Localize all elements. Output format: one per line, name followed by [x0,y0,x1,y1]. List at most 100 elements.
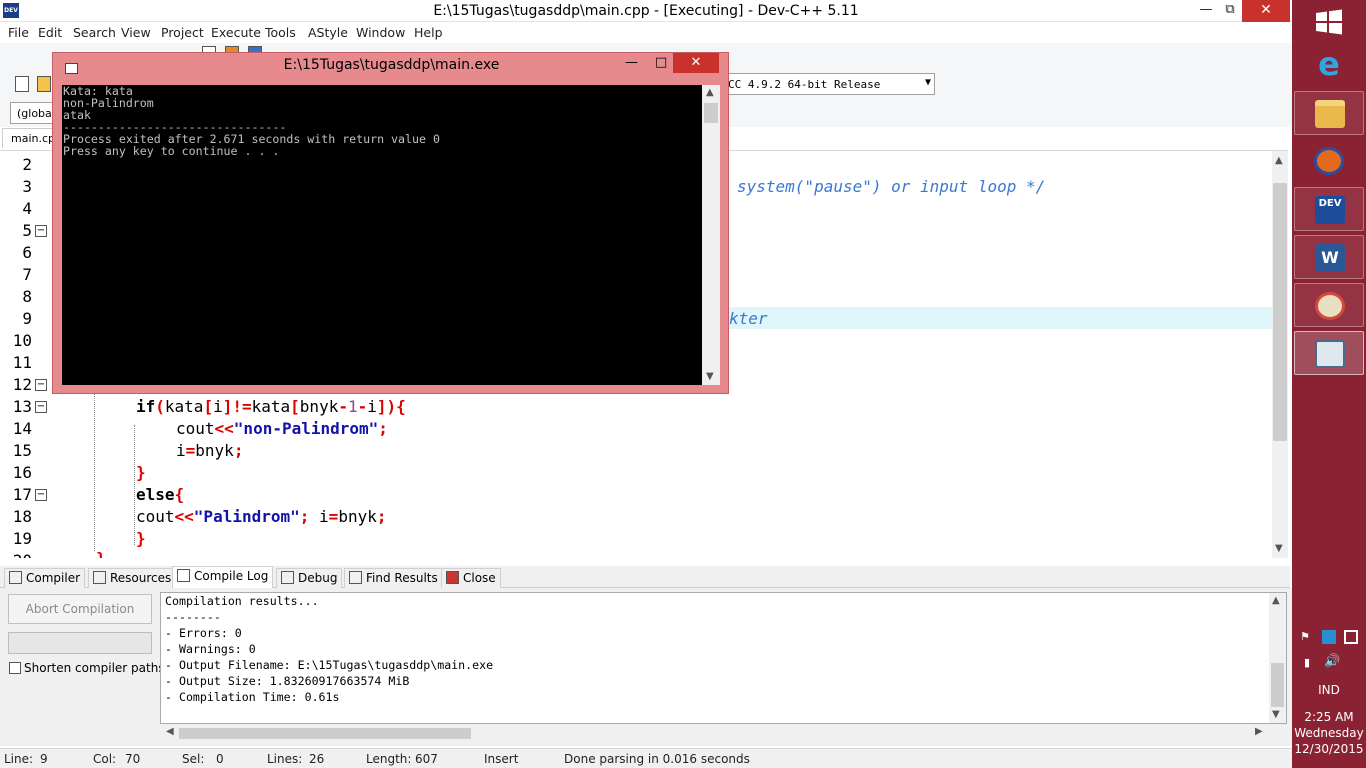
console-window[interactable]: E:\15Tugas\tugasddp\main.exe — □ ✕ Kata:… [52,52,729,394]
status-length-label: Length: [366,752,412,766]
console-window-icon [1315,340,1345,368]
menu-help[interactable]: Help [414,25,443,40]
resources-icon [93,571,106,584]
log-line: - Output Filename: E:\15Tugas\tugasddp\m… [165,658,494,672]
tab-compiler[interactable]: Compiler [4,568,86,588]
tab-resources[interactable]: Resources [88,568,177,588]
log-line: Compilation results... [165,594,319,608]
menu-astyle[interactable]: AStyle [308,25,348,40]
compiler-select-value: CC 4.9.2 64-bit Release [728,78,881,91]
menu-execute[interactable]: Execute [211,25,261,40]
debug-icon [281,571,294,584]
tab-compile-log[interactable]: Compile Log [172,566,274,588]
menu-tools[interactable]: Tools [265,25,296,40]
scroll-up-icon[interactable]: ▲ [1275,155,1283,166]
menu-project[interactable]: Project [161,25,204,40]
taskbar-paint[interactable] [1294,283,1364,327]
menu-file[interactable]: File [8,25,29,40]
scrollbar-thumb[interactable] [1271,663,1284,707]
taskbar-console-window[interactable] [1294,331,1364,375]
console-maximize-button[interactable]: □ [655,55,667,70]
scroll-up-icon[interactable]: ▲ [706,87,714,98]
scrollbar-thumb[interactable] [179,728,471,739]
fold-toggle-icon[interactable]: − [35,225,47,237]
editor-tab-main-cpp[interactable]: main.cp [2,128,55,148]
menu-view[interactable]: View [121,25,151,40]
scroll-up-icon[interactable]: ▲ [1272,595,1280,606]
chevron-down-icon: ▼ [924,77,931,88]
input-language[interactable]: IND [1292,683,1366,697]
restore-button[interactable]: ⧉ [1216,0,1244,22]
code-comment: system("pause") or input loop */ [737,177,1046,196]
editor-vertical-scrollbar[interactable]: ▲ ▼ [1272,151,1288,558]
status-length-value: 607 [415,752,438,766]
tab-debug[interactable]: Debug [276,568,343,588]
menu-window[interactable]: Window [356,25,405,40]
line-number: 8 [22,287,32,306]
line-number: 7 [22,265,32,284]
shorten-paths-checkbox[interactable] [9,662,21,674]
clock-time[interactable]: 2:25 AM [1292,710,1366,724]
tab-close[interactable]: Close [441,568,501,588]
status-message: Done parsing in 0.016 seconds [564,752,750,766]
code-line-16: } [136,463,146,482]
log-vertical-scrollbar[interactable]: ▲ ▼ [1269,593,1286,723]
scroll-right-icon[interactable]: ▶ [1255,726,1263,737]
console-output[interactable]: Kata: kata non-Palindrom atak ----------… [62,85,702,385]
status-insert-mode: Insert [484,752,519,766]
taskbar-word[interactable]: W [1294,235,1364,279]
fold-toggle-icon[interactable]: − [35,489,47,501]
scroll-left-icon[interactable]: ◀ [166,726,174,737]
console-scrollbar[interactable]: ▲ ▼ [702,85,720,385]
tab-find-results[interactable]: Find Results [344,568,443,588]
tray-app-icon[interactable] [1322,630,1336,644]
status-col-value: 70 [125,752,141,766]
menu-edit[interactable]: Edit [38,25,62,40]
line-number: 18 [12,507,32,526]
console-line: Kata: kata [63,85,133,98]
fold-toggle-icon[interactable]: − [35,379,47,391]
line-number: 4 [22,199,32,218]
code-line-18: cout<<"Palindrom"; i=bnyk; [136,507,387,526]
taskbar-ie[interactable]: e [1294,43,1364,87]
devcpp-app-icon[interactable]: DEV [3,3,19,18]
line-number: 3 [22,177,32,196]
fold-toggle-icon[interactable]: − [35,401,47,413]
menu-search[interactable]: Search [73,25,116,40]
console-minimize-button[interactable]: — [625,55,638,70]
code-comment: kter [729,309,768,328]
taskbar-file-explorer[interactable] [1294,91,1364,135]
windows-taskbar: e DEV W ⚑ ▮ 🔊 IND 2:25 AM Wednesday 12/3… [1292,0,1366,768]
windows-start-button[interactable] [1294,0,1364,44]
scrollbar-thumb[interactable] [1273,183,1287,441]
new-file-icon[interactable] [15,76,29,92]
taskbar-firefox[interactable] [1294,139,1364,183]
line-number: 10 [12,331,32,350]
abort-compilation-button[interactable]: Abort Compilation [8,594,152,624]
clock-date[interactable]: 12/30/2015 [1292,742,1366,756]
volume-icon[interactable]: 🔊 [1324,654,1340,669]
code-line-19: } [136,529,146,548]
line-number: 2 [22,155,32,174]
console-close-button[interactable]: ✕ [673,53,719,73]
scrollbar-thumb[interactable] [704,103,718,123]
open-file-icon[interactable] [37,76,51,92]
tray-device-icon[interactable] [1344,630,1358,644]
scroll-down-icon[interactable]: ▼ [706,371,714,382]
compile-log-output[interactable]: Compilation results... -------- - Errors… [160,592,1287,724]
taskbar-dev-cpp[interactable]: DEV [1294,187,1364,231]
line-number: 19 [12,529,32,548]
clock-day[interactable]: Wednesday [1292,726,1366,740]
action-center-flag-icon[interactable]: ⚑ [1300,630,1314,644]
status-line-value: 9 [40,752,48,766]
code-line-20: } [96,549,106,558]
log-horizontal-scrollbar[interactable]: ◀ ▶ [161,725,1269,742]
close-button[interactable]: ✕ [1242,0,1290,22]
scroll-down-icon[interactable]: ▼ [1275,543,1283,554]
compiler-select[interactable]: CC 4.9.2 64-bit Release ▼ [727,73,935,95]
scroll-down-icon[interactable]: ▼ [1272,709,1280,720]
line-number: 13 [12,397,32,416]
window-title: E:\15Tugas\tugasddp\main.cpp - [Executin… [433,3,859,19]
close-tab-icon [446,571,459,584]
network-icon[interactable]: ▮ [1304,656,1310,669]
